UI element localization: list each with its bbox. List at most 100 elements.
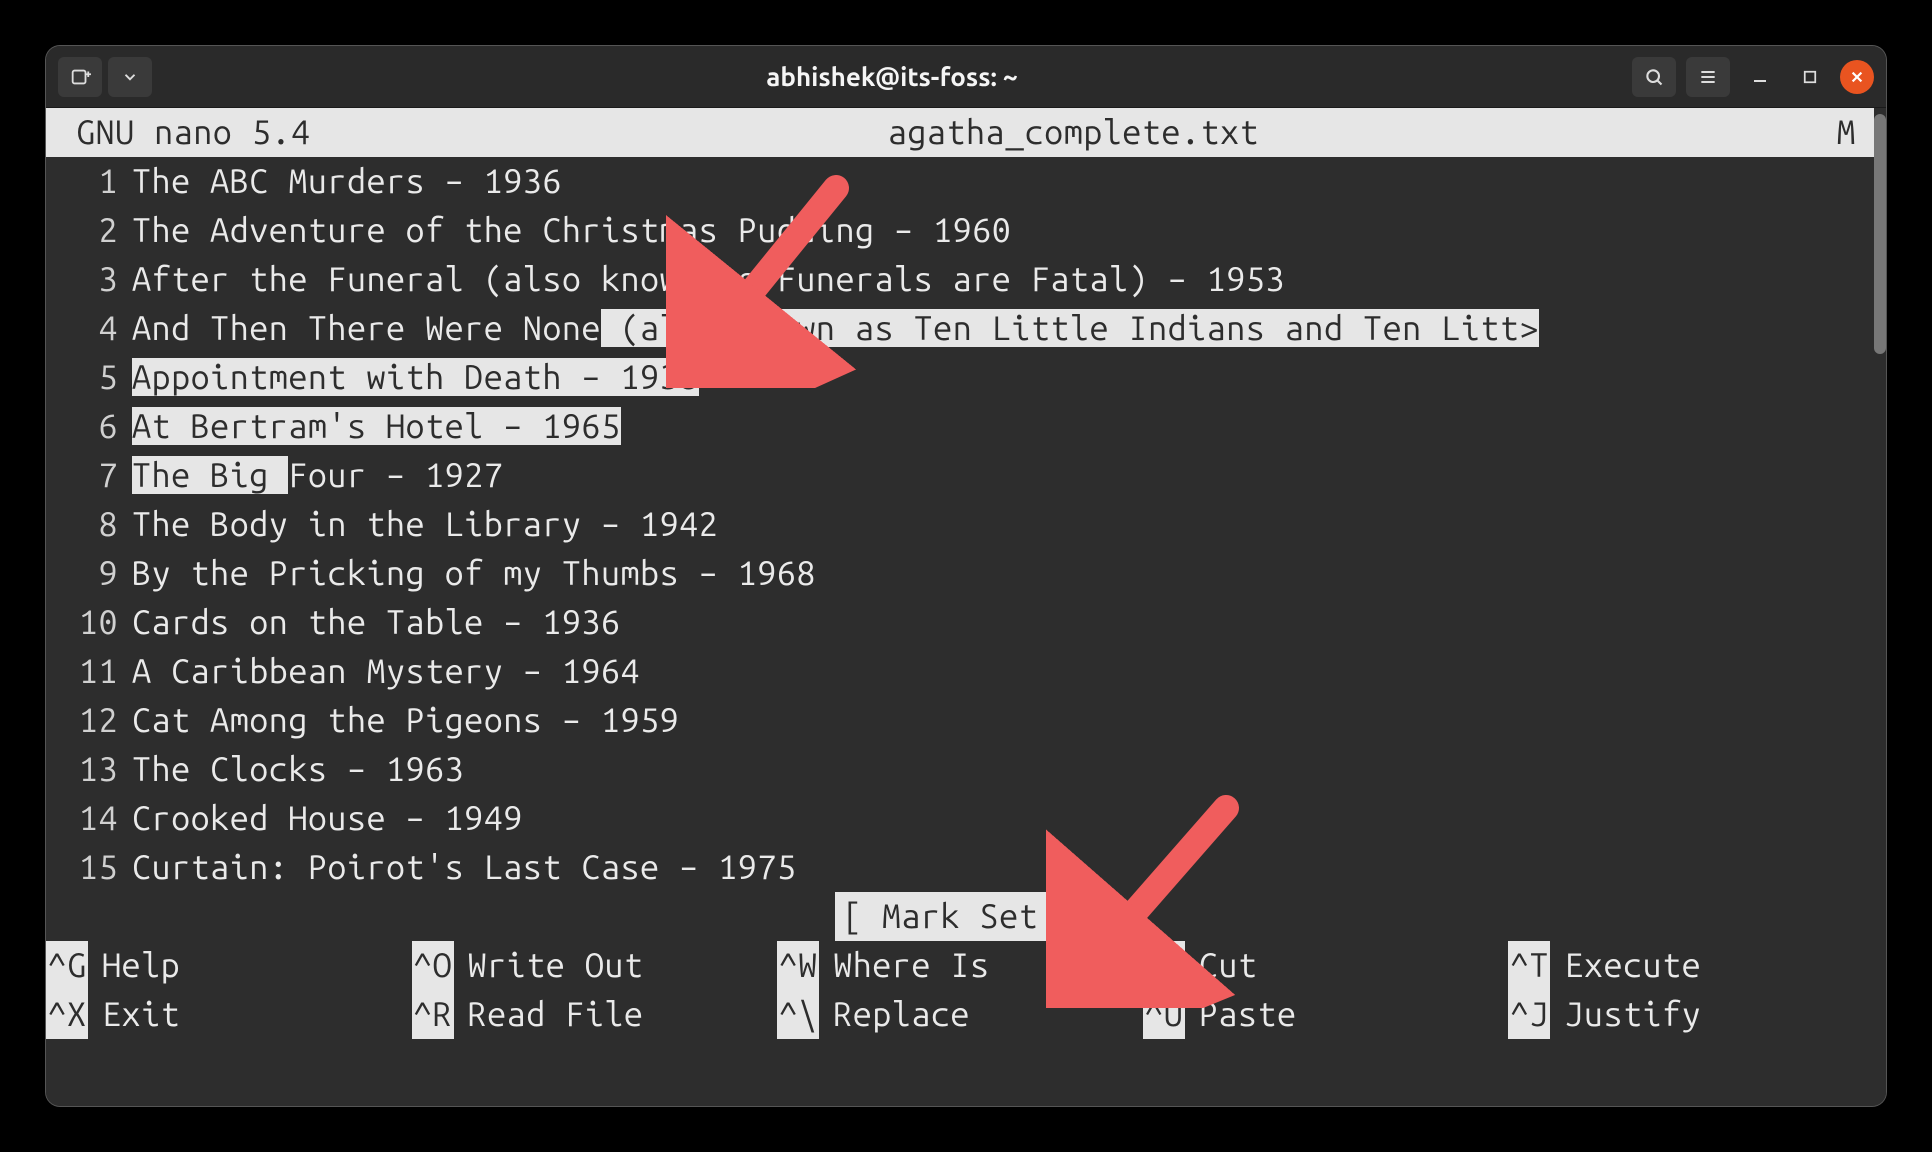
search-button[interactable] [1632, 57, 1676, 97]
line-content[interactable]: A Caribbean Mystery – 1964 [132, 647, 1874, 696]
titlebar-left [58, 57, 152, 97]
shortcut-item: ^\Replace [777, 990, 1143, 1039]
line-content[interactable]: The ABC Murders – 1936 [132, 157, 1874, 206]
shortcut-item: ^JJustify [1508, 990, 1874, 1039]
line-number: 12 [46, 696, 132, 745]
editor-line[interactable]: 12Cat Among the Pigeons – 1959 [46, 696, 1874, 745]
shortcut-label: Execute [1564, 941, 1701, 990]
line-content[interactable]: At Bertram's Hotel – 1965 [132, 402, 1874, 451]
titlebar-right [1632, 57, 1874, 97]
editor-line[interactable]: 8The Body in the Library – 1942 [46, 500, 1874, 549]
line-text: Cards on the Table – 1936 [132, 603, 621, 641]
line-content[interactable]: The Adventure of the Christmas Pudding –… [132, 206, 1874, 255]
shortcut-item: ^OWrite Out [412, 941, 778, 990]
line-number: 9 [46, 549, 132, 598]
line-text: The Adventure of the Christmas Pudding –… [132, 211, 1011, 249]
line-number: 4 [46, 304, 132, 353]
minimize-button[interactable] [1740, 57, 1780, 97]
line-text: Cat Among the Pigeons – 1959 [132, 701, 679, 739]
shortcut-label: Justify [1564, 990, 1701, 1039]
scrollbar-thumb[interactable] [1874, 114, 1886, 354]
line-text: The Clocks – 1963 [132, 750, 464, 788]
shortcut-item: ^UPaste [1143, 990, 1509, 1039]
line-content[interactable]: Cat Among the Pigeons – 1959 [132, 696, 1874, 745]
close-icon [1850, 70, 1864, 84]
editor-line[interactable]: 4And Then There Were None (also known as… [46, 304, 1874, 353]
shortcut-label: Exit [102, 990, 180, 1039]
line-number: 11 [46, 647, 132, 696]
shortcut-key: ^R [412, 990, 454, 1039]
line-number: 14 [46, 794, 132, 843]
line-text: The Body in the Library – 1942 [132, 505, 718, 543]
editor-line[interactable]: 15Curtain: Poirot's Last Case – 1975 [46, 843, 1874, 892]
shortcut-key: ^U [1143, 990, 1185, 1039]
hamburger-menu-button[interactable] [1686, 57, 1730, 97]
line-number: 8 [46, 500, 132, 549]
shortcut-key: ^K [1143, 941, 1185, 990]
line-number: 13 [46, 745, 132, 794]
line-content[interactable]: Crooked House – 1949 [132, 794, 1874, 843]
shortcut-label: Cut [1199, 941, 1258, 990]
line-content[interactable]: The Big Four – 1927 [132, 451, 1874, 500]
shortcut-row: ^G Help ^OWrite Out^W Where Is ^K Cut ^T Execut… [46, 941, 1874, 990]
line-text: Curtain: Poirot's Last Case – 1975 [132, 848, 796, 886]
nano-app-name: GNU nano 5.4 [76, 108, 310, 157]
editor-line[interactable]: 3After the Funeral (also known as Funera… [46, 255, 1874, 304]
editor-line[interactable]: 5Appointment with Death – 1938 [46, 353, 1874, 402]
editor-line[interactable]: 9By the Pricking of my Thumbs – 1968 [46, 549, 1874, 598]
line-content[interactable]: The Body in the Library – 1942 [132, 500, 1874, 549]
terminal-inner: GNU nano 5.4 agatha_complete.txt M 1The … [46, 108, 1874, 1106]
shortcut-key: ^W [777, 941, 819, 990]
maximize-button[interactable] [1790, 57, 1830, 97]
shortcut-key: ^T [1508, 941, 1550, 990]
line-text: The ABC Murders – 1936 [132, 162, 562, 200]
shortcut-item: ^XExit [46, 990, 412, 1039]
editor-line[interactable]: 7The Big Four – 1927 [46, 451, 1874, 500]
shortcut-label: Where Is [833, 941, 989, 990]
minimize-icon [1752, 69, 1768, 85]
new-tab-button[interactable] [58, 57, 102, 97]
shortcut-item: ^W Where Is [777, 941, 1143, 990]
shortcut-item: ^R Read File [412, 990, 778, 1039]
editor-line[interactable]: 1The ABC Murders – 1936 [46, 157, 1874, 206]
line-text: By the Pricking of my Thumbs – 1968 [132, 554, 816, 592]
line-content[interactable]: Appointment with Death – 1938 [132, 353, 1874, 402]
editor-lines[interactable]: 1The ABC Murders – 19362The Adventure of… [46, 157, 1874, 892]
shortcut-row: ^XExit^R Read File ^\Replace^UPaste^JJusti… [46, 990, 1874, 1039]
editor-line[interactable]: 14Crooked House – 1949 [46, 794, 1874, 843]
nano-status-text: [ Mark Set ] [835, 892, 1085, 941]
search-icon [1644, 67, 1664, 87]
terminal-body[interactable]: GNU nano 5.4 agatha_complete.txt M 1The … [46, 108, 1886, 1106]
line-text: Four – 1927 [288, 456, 503, 494]
line-text: After the Funeral (also known as Funeral… [132, 260, 1285, 298]
shortcut-key: ^G [46, 941, 88, 990]
editor-line[interactable]: 10Cards on the Table – 1936 [46, 598, 1874, 647]
line-number: 1 [46, 157, 132, 206]
shortcut-key: ^O [412, 941, 454, 990]
line-content[interactable]: And Then There Were None (also known as … [132, 304, 1874, 353]
line-text-selected: Appointment with Death – 1938 [132, 358, 699, 396]
line-content[interactable]: After the Funeral (also known as Funeral… [132, 255, 1874, 304]
editor-line[interactable]: 11A Caribbean Mystery – 1964 [46, 647, 1874, 696]
close-button[interactable] [1840, 60, 1874, 94]
line-text-pre: And Then There Were None [132, 309, 601, 347]
line-text-selected: At Bertram's Hotel – 1965 [132, 407, 621, 445]
line-content[interactable]: By the Pricking of my Thumbs – 1968 [132, 549, 1874, 598]
nano-modified-flag: M [1836, 108, 1856, 157]
editor-line[interactable]: 13The Clocks – 1963 [46, 745, 1874, 794]
line-text-selected: The Big [132, 456, 288, 494]
tab-dropdown-button[interactable] [108, 57, 152, 97]
shortcut-item: ^K Cut [1143, 941, 1509, 990]
line-content[interactable]: Curtain: Poirot's Last Case – 1975 [132, 843, 1874, 892]
shortcut-label: Help [102, 941, 180, 990]
shortcut-label: Read File [468, 990, 644, 1039]
editor-line[interactable]: 2The Adventure of the Christmas Pudding … [46, 206, 1874, 255]
line-number: 7 [46, 451, 132, 500]
scrollbar[interactable] [1874, 108, 1886, 1106]
editor-line[interactable]: 6At Bertram's Hotel – 1965 [46, 402, 1874, 451]
line-number: 2 [46, 206, 132, 255]
shortcut-label: Replace [833, 990, 970, 1039]
line-content[interactable]: Cards on the Table – 1936 [132, 598, 1874, 647]
line-content[interactable]: The Clocks – 1963 [132, 745, 1874, 794]
line-number: 6 [46, 402, 132, 451]
